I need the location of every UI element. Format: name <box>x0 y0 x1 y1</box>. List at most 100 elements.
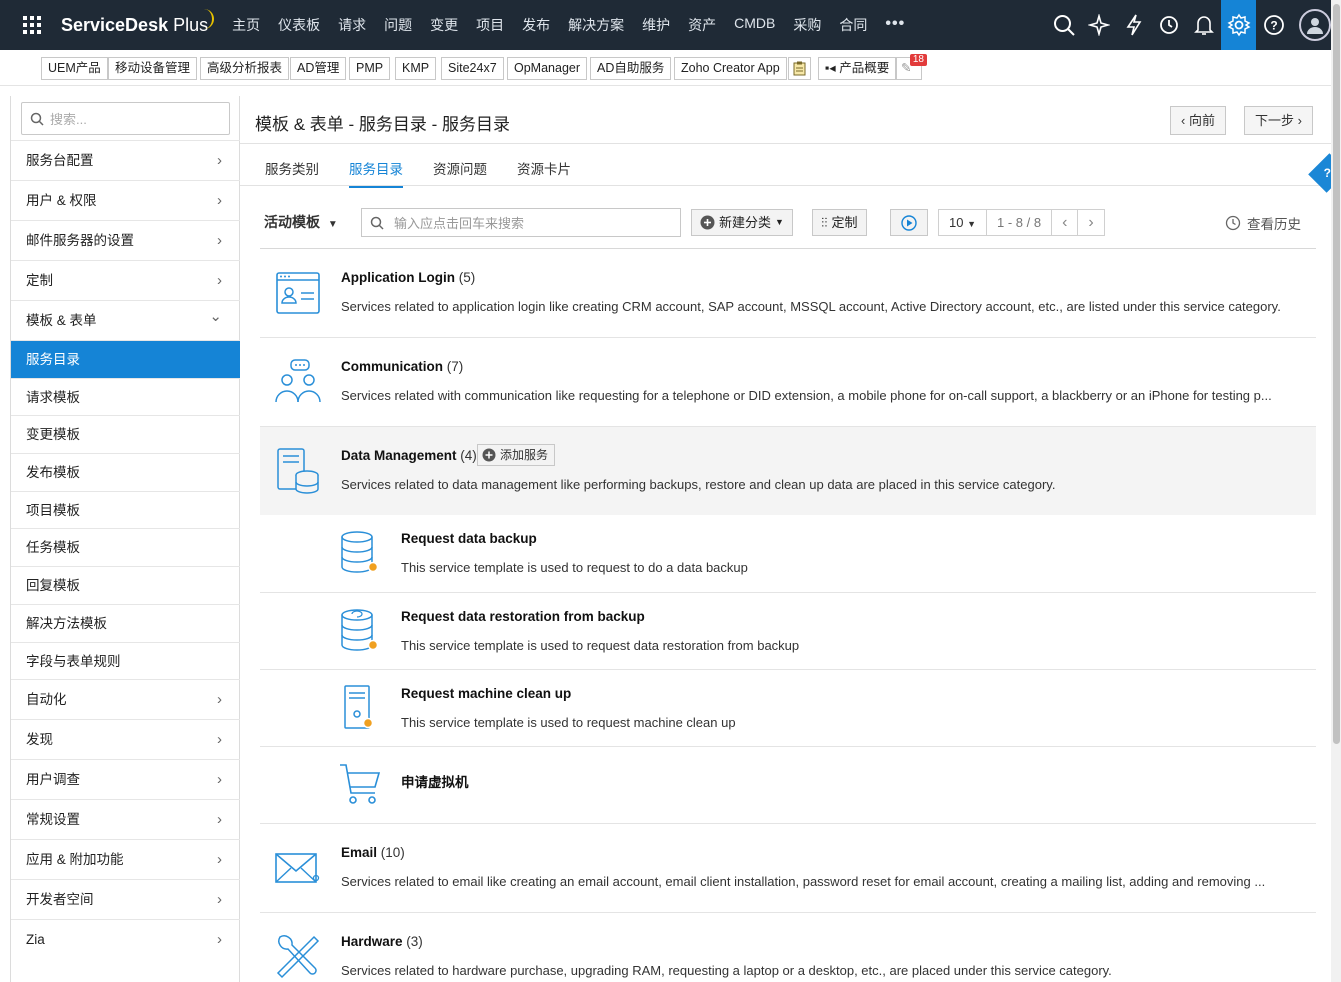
nav-requests[interactable]: 请求 <box>338 15 366 35</box>
prev-page-button[interactable]: ‹ <box>1052 210 1079 235</box>
nav-solutions[interactable]: 解决方案 <box>568 15 624 35</box>
catalog-search-input[interactable]: 输入应点击回车来搜索 <box>361 208 681 237</box>
tab-service-catalog[interactable]: 服务目录 <box>349 158 403 188</box>
app-grid-icon[interactable] <box>23 16 41 34</box>
sidebar-item[interactable]: 字段与表单规则 <box>11 641 240 680</box>
per-page-select[interactable]: 10 ▼ <box>939 210 988 235</box>
nav-more-button[interactable]: ••• <box>885 15 905 35</box>
category-description: Services related to email like creating … <box>341 874 1266 889</box>
category-name[interactable]: Communication <box>341 359 443 374</box>
clipboard-icon[interactable] <box>788 57 811 80</box>
product-analytics[interactable]: 高级分析报表 <box>200 57 290 80</box>
page-scrollbar[interactable] <box>1331 0 1341 982</box>
lightning-icon[interactable] <box>1116 0 1151 50</box>
product-pmp[interactable]: PMP <box>349 57 391 80</box>
app-logo[interactable]: ServiceDesk Plus <box>61 8 215 36</box>
product-opmanager[interactable]: OpManager <box>507 57 588 80</box>
email-icon <box>275 853 320 883</box>
service-name[interactable]: 申请虚拟机 <box>401 771 469 791</box>
sidebar-item[interactable]: 请求模板 <box>11 377 240 416</box>
sidebar-item[interactable]: 开发者空间 › <box>11 879 240 919</box>
service-row[interactable]: Request machine clean up This service te… <box>260 669 1316 746</box>
sidebar-item[interactable]: 变更模板 <box>11 415 240 453</box>
service-name[interactable]: Request machine clean up <box>401 686 571 701</box>
category-name[interactable]: Email <box>341 845 377 860</box>
service-row[interactable]: 申请虚拟机 <box>260 746 1316 823</box>
template-filter-dropdown[interactable]: 活动模板 ▼ <box>264 212 338 232</box>
next-page-button[interactable]: › <box>1078 210 1103 235</box>
sidebar-item[interactable]: 自动化 › <box>11 679 240 719</box>
new-category-button[interactable]: 新建分类 ▼ <box>691 209 793 236</box>
nav-purchase[interactable]: 采购 <box>793 15 821 35</box>
category-count: (4) <box>460 448 477 463</box>
sidebar-item[interactable]: 模板 & 表单 ⌄ <box>11 300 240 340</box>
nav-projects[interactable]: 项目 <box>476 15 504 35</box>
customize-button[interactable]: ⫶⫶ 定制 <box>812 209 867 236</box>
sidebar-item[interactable]: 应用 & 附加功能 › <box>11 839 240 879</box>
product-ad-manager[interactable]: AD管理 <box>290 57 347 80</box>
prev-button[interactable]: ‹ 向前 <box>1170 106 1226 135</box>
sparkle-icon[interactable] <box>1081 0 1116 50</box>
category-row[interactable]: Email (10) Services related to email lik… <box>260 823 1316 912</box>
sidebar-item[interactable]: 服务目录 <box>11 340 240 378</box>
add-service-button[interactable]: 添加服务 <box>477 444 556 466</box>
sidebar-item[interactable]: 解决方法模板 <box>11 603 240 642</box>
product-uem[interactable]: UEM产品 <box>41 57 108 80</box>
product-ad-selfservice[interactable]: AD自助服务 <box>590 57 672 80</box>
sidebar-search-input[interactable]: 搜索... <box>21 102 230 135</box>
service-row[interactable]: Request data backup This service templat… <box>260 515 1316 592</box>
product-site24x7[interactable]: Site24x7 <box>441 57 504 80</box>
category-name[interactable]: Hardware <box>341 934 403 949</box>
sidebar-item[interactable]: 用户调查 › <box>11 759 240 799</box>
history-icon[interactable] <box>1151 0 1186 50</box>
category-row[interactable]: Data Management (4) 添加服务 Services relate… <box>260 426 1316 515</box>
product-zoho-creator[interactable]: Zoho Creator App <box>674 57 787 80</box>
nav-releases[interactable]: 发布 <box>522 15 550 35</box>
tab-bar: 服务类别 服务目录 资源问题 资源卡片 <box>240 144 1331 188</box>
nav-home[interactable]: 主页 <box>232 15 260 35</box>
category-row[interactable]: Hardware (3) Services related to hardwar… <box>260 912 1316 982</box>
sidebar-item[interactable]: 用户 & 权限 › <box>11 180 240 220</box>
service-row[interactable]: Request data restoration from backup Thi… <box>260 592 1316 669</box>
product-mdm[interactable]: 移动设备管理 <box>108 57 198 80</box>
nav-changes[interactable]: 变更 <box>430 15 458 35</box>
database-icon <box>341 531 379 573</box>
category-row[interactable]: Communication (7) Services related with … <box>260 337 1316 426</box>
sidebar-item[interactable]: 项目模板 <box>11 490 240 529</box>
category-row[interactable]: Application Login (5) Services related t… <box>260 248 1316 337</box>
nav-maintenance[interactable]: 维护 <box>642 15 670 35</box>
tab-service-categories[interactable]: 服务类别 <box>265 158 319 186</box>
service-name[interactable]: Request data backup <box>401 531 537 546</box>
sidebar-item[interactable]: 服务台配置 › <box>11 140 240 180</box>
tab-resource-questions[interactable]: 资源问题 <box>433 158 487 186</box>
category-name[interactable]: Application Login <box>341 270 455 285</box>
play-circle-icon <box>901 214 917 231</box>
nav-contracts[interactable]: 合同 <box>839 15 867 35</box>
category-name[interactable]: Data Management <box>341 448 457 463</box>
pin-icon[interactable]: ✎ 18 <box>896 54 927 80</box>
sidebar-item[interactable]: 任务模板 <box>11 528 240 566</box>
nav-dashboard[interactable]: 仪表板 <box>278 15 320 35</box>
nav-problems[interactable]: 问题 <box>384 15 412 35</box>
play-button[interactable] <box>890 209 928 236</box>
sidebar-item[interactable]: 回复模板 <box>11 566 240 604</box>
next-button[interactable]: 下一步 › <box>1244 106 1313 135</box>
sidebar-item[interactable]: 发布模板 <box>11 453 240 491</box>
sidebar-item[interactable]: 定制 › <box>11 260 240 300</box>
nav-cmdb[interactable]: CMDB <box>734 15 775 35</box>
sidebar-item[interactable]: Zia › <box>11 919 240 959</box>
nav-assets[interactable]: 资产 <box>688 15 716 35</box>
tab-resource-cards[interactable]: 资源卡片 <box>517 158 571 186</box>
sidebar-item[interactable]: 邮件服务器的设置 › <box>11 220 240 260</box>
user-avatar-icon[interactable] <box>1299 9 1331 41</box>
service-name[interactable]: Request data restoration from backup <box>401 609 645 624</box>
sidebar-item[interactable]: 常规设置 › <box>11 799 240 839</box>
sidebar-item[interactable]: 发现 › <box>11 719 240 759</box>
search-icon[interactable] <box>1046 0 1081 50</box>
product-overview-button[interactable]: ▪◂ 产品概要 <box>818 57 897 80</box>
help-icon[interactable]: ? <box>1256 0 1291 50</box>
product-kmp[interactable]: KMP <box>395 57 437 80</box>
view-history-link[interactable]: 查看历史 <box>1225 213 1301 233</box>
gear-icon[interactable] <box>1221 0 1256 50</box>
bell-icon[interactable] <box>1186 0 1221 50</box>
